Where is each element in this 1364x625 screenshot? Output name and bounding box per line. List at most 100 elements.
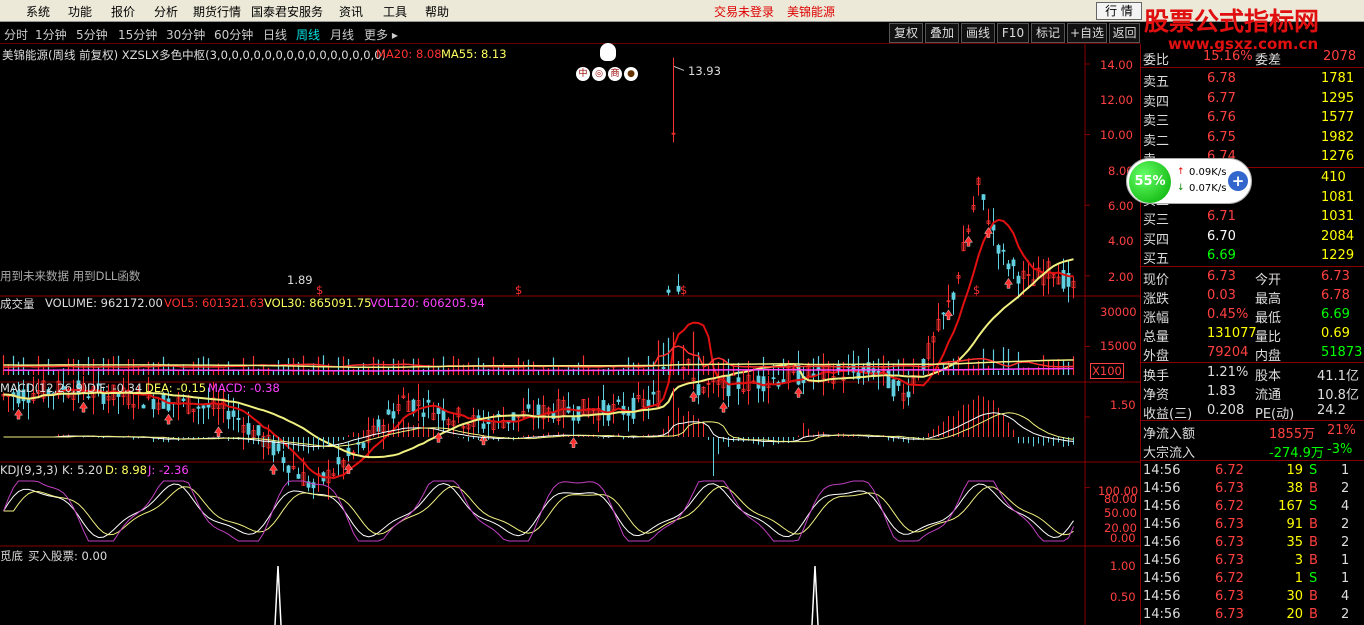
adjust-button[interactable]: 复权 (889, 23, 923, 43)
fund-value: 0.208 (1207, 403, 1245, 418)
sell-level-row[interactable]: 卖二 6.75 1982 (1141, 129, 1364, 149)
candle-body (771, 377, 776, 380)
menu-tools[interactable]: 工具 (383, 3, 407, 20)
candle-body (181, 398, 186, 402)
dollar-mark-3: $ (680, 283, 688, 297)
mark-button[interactable]: 标记 (1031, 23, 1065, 43)
sell-level-row[interactable]: 卖五 6.78 1781 (1141, 70, 1364, 90)
buy-level-row[interactable]: 买五 6.69 1229 (1141, 247, 1364, 267)
sell-level-row[interactable]: 卖四 6.77 1295 (1141, 90, 1364, 110)
quote-stat-row[interactable]: 外盘 79204 内盘 51873 (1141, 344, 1364, 364)
tick-row[interactable]: 14:56 6.72 167 S 4 (1141, 498, 1364, 517)
tab-more[interactable]: 更多 ▸ (364, 26, 398, 43)
tick-row[interactable]: 14:56 6.73 35 B 2 (1141, 534, 1364, 553)
menu-quote[interactable]: 报价 (111, 3, 135, 20)
tick-row[interactable]: 14:56 6.73 30 B 4 (1141, 588, 1364, 607)
stat-value: 0.03 (1207, 288, 1236, 303)
menu-analysis[interactable]: 分析 (154, 3, 178, 20)
candle-body (141, 404, 146, 409)
quote-button[interactable]: 行 情 (1096, 2, 1142, 20)
watermark-url: www.gsxz.com.cn (1168, 35, 1319, 53)
candle-body (86, 396, 91, 399)
candle-body (761, 376, 766, 392)
buy-arrow-icon (1004, 277, 1013, 289)
menu-broker-service[interactable]: 国泰君安服务 (251, 3, 323, 20)
tick-volume: 167 (1278, 499, 1303, 514)
menu-function[interactable]: 功能 (68, 3, 92, 20)
chart-area[interactable] (0, 44, 1140, 625)
company-badge-icon[interactable]: 中 (576, 67, 590, 81)
fund-value: 24.2 (1317, 403, 1346, 418)
quote-stat-row[interactable]: 总量 131077 量比 0.69 (1141, 325, 1364, 345)
quote-stat-row[interactable]: 涨幅 0.45% 最低 6.69 (1141, 306, 1364, 326)
candle-body (646, 399, 651, 407)
tick-price: 6.72 (1215, 571, 1244, 586)
buy-level-label: 买五 (1143, 252, 1170, 267)
tab-5min[interactable]: 5分钟 (76, 26, 108, 43)
tick-row[interactable]: 14:56 6.73 91 B 2 (1141, 516, 1364, 535)
menu-help[interactable]: 帮助 (425, 3, 449, 20)
candle-body (896, 380, 901, 386)
tick-row[interactable]: 14:56 6.73 38 B 2 (1141, 480, 1364, 499)
login-status[interactable]: 交易未登录 (714, 3, 774, 20)
tick-row[interactable]: 14:56 6.72 19 S 1 (1141, 462, 1364, 481)
menu-news[interactable]: 资讯 (339, 3, 363, 20)
volume-axis-15000: 15000 (1100, 339, 1137, 353)
buy-level-row[interactable]: 买三 6.71 1031 (1141, 208, 1364, 228)
news-badge-icon[interactable]: ● (624, 67, 638, 81)
tab-1min[interactable]: 1分钟 (35, 26, 67, 43)
speed-percent-ball[interactable]: 55% (1129, 161, 1171, 203)
stat-value: 6.73 (1321, 269, 1350, 284)
speed-widget[interactable]: 55% ↑ 0.09K/s ↓ 0.07K/s + (1126, 158, 1252, 204)
tab-monthly[interactable]: 月线 (330, 26, 354, 43)
candle-body (666, 289, 671, 293)
f10-button[interactable]: F10 (997, 23, 1029, 43)
buy-level-price: 6.71 (1207, 209, 1236, 224)
buy-level-volume: 1081 (1321, 189, 1355, 205)
fundamental-row[interactable]: 换手 1.21% 股本 41.1亿 (1141, 364, 1364, 384)
tick-volume: 30 (1286, 589, 1303, 604)
bottom-signal-spike (274, 565, 282, 625)
menu-system[interactable]: 系统 (26, 3, 50, 20)
buy-level-volume: 2084 (1321, 228, 1355, 244)
quote-stat-row[interactable]: 涨跌 0.03 最高 6.78 (1141, 287, 1364, 307)
info-badge-icon[interactable]: ◎ (592, 67, 606, 81)
overlay-button[interactable]: 叠加 (925, 23, 959, 43)
tick-row[interactable]: 14:56 6.73 3 B 1 (1141, 552, 1364, 571)
back-button[interactable]: 返回 (1109, 23, 1140, 43)
vol5-value: VOL5: 601321.63 (164, 296, 265, 310)
tab-weekly[interactable]: 周线 (296, 26, 320, 43)
money-flow-row[interactable]: 净流入额 1855万 21% (1141, 422, 1364, 442)
expand-plus-icon[interactable]: + (1228, 171, 1248, 191)
tab-30min[interactable]: 30分钟 (166, 26, 205, 43)
tab-60min[interactable]: 60分钟 (214, 26, 253, 43)
buy-arrow-icon (14, 408, 23, 420)
tab-15min[interactable]: 15分钟 (118, 26, 157, 43)
buy-level-row[interactable]: 买四 6.70 2084 (1141, 228, 1364, 248)
fundamental-row[interactable]: 收益(三) 0.208 PE(动) 24.2 (1141, 402, 1364, 422)
sell-level-row[interactable]: 卖三 6.76 1577 (1141, 109, 1364, 129)
tick-time: 14:56 (1143, 607, 1181, 622)
tick-row[interactable]: 14:56 6.73 20 B 2 (1141, 606, 1364, 625)
tick-count: 1 (1341, 463, 1350, 478)
tick-side: B (1309, 481, 1318, 496)
quote-panel: 委比 15.16% 委差 2078 卖五 6.78 1781 卖四 6.77 1295 卖三… (1140, 44, 1364, 625)
money-flow-row[interactable]: 大宗流入 -274.9万 -3% (1141, 441, 1364, 461)
buy-level-volume: 1229 (1321, 248, 1355, 263)
kdj-panel-title: KDJ(9,3,3) (0, 463, 59, 477)
tab-intraday[interactable]: 分时 (4, 26, 28, 43)
tick-volume: 3 (1294, 553, 1303, 568)
stat-label: 今开 (1255, 273, 1282, 288)
fundamental-row[interactable]: 净资 1.83 流通 10.8亿 (1141, 383, 1364, 403)
tick-row[interactable]: 14:56 6.72 1 S 1 (1141, 570, 1364, 589)
buy-arrow-icon (569, 437, 578, 448)
tab-daily[interactable]: 日线 (263, 26, 287, 43)
tick-volume: 19 (1286, 463, 1303, 478)
fund-value: 41.1亿 (1317, 369, 1359, 384)
business-badge-icon[interactable]: 商 (608, 67, 622, 81)
bottom-axis-05: 0.50 (1110, 590, 1136, 604)
menu-futures[interactable]: 期货行情 (193, 3, 241, 20)
draw-line-button[interactable]: 画线 (961, 23, 995, 43)
quote-stat-row[interactable]: 现价 6.73 今开 6.73 (1141, 268, 1364, 288)
add-watchlist-button[interactable]: +自选 (1067, 23, 1107, 43)
